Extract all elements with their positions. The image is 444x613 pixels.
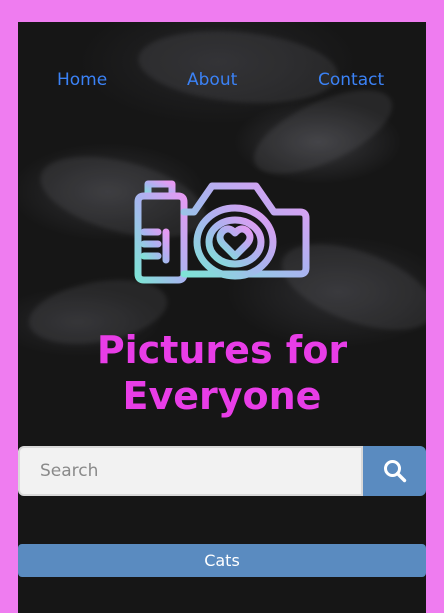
background-petal bbox=[135, 23, 341, 111]
category-button-cats[interactable]: Cats bbox=[18, 544, 426, 577]
app-screen: Home About Contact Pictures for Everyone bbox=[18, 22, 426, 613]
search-input[interactable] bbox=[18, 446, 363, 496]
search-bar bbox=[18, 446, 426, 496]
search-button[interactable] bbox=[363, 446, 426, 496]
hero-title-line2: Everyone bbox=[122, 374, 322, 418]
top-nav: Home About Contact bbox=[18, 70, 426, 94]
nav-link-contact[interactable]: Contact bbox=[318, 70, 384, 90]
camera-heart-icon bbox=[134, 180, 310, 284]
hero-title-line1: Pictures for bbox=[96, 328, 348, 372]
search-icon bbox=[383, 460, 406, 483]
nav-link-about[interactable]: About bbox=[187, 70, 237, 90]
nav-link-home[interactable]: Home bbox=[57, 70, 107, 90]
